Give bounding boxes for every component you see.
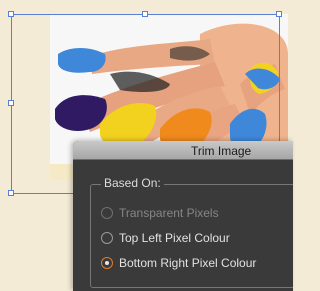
option-transparent-pixels: Transparent Pixels (101, 205, 219, 221)
dialog-title: Trim Image (191, 144, 252, 158)
option-top-left-pixel-colour[interactable]: Top Left Pixel Colour (101, 230, 230, 246)
dialog-titlebar[interactable]: Trim Image (73, 141, 293, 160)
selection-right-edge (279, 14, 280, 142)
option-label-bottom-right-pixel-colour[interactable]: Bottom Right Pixel Colour (119, 256, 256, 270)
selection-handle-top-left[interactable] (8, 11, 14, 17)
radio-bottom-right-pixel-colour[interactable] (101, 257, 113, 269)
selection-handle-top-right[interactable] (276, 11, 282, 17)
option-bottom-right-pixel-colour[interactable]: Bottom Right Pixel Colour (101, 255, 256, 271)
selection-handle-middle-left[interactable] (8, 100, 14, 106)
trim-image-dialog: Trim Image Based On: Transparent Pixels … (73, 141, 293, 291)
radio-top-left-pixel-colour[interactable] (101, 232, 113, 244)
radio-transparent-pixels (101, 207, 113, 219)
option-label-top-left-pixel-colour[interactable]: Top Left Pixel Colour (119, 231, 230, 245)
selection-bottom-edge (11, 193, 73, 194)
option-label-transparent-pixels: Transparent Pixels (119, 206, 219, 220)
selection-handle-top-middle[interactable] (142, 11, 148, 17)
selection-handle-bottom-left[interactable] (8, 190, 14, 196)
based-on-label: Based On: (101, 176, 164, 190)
